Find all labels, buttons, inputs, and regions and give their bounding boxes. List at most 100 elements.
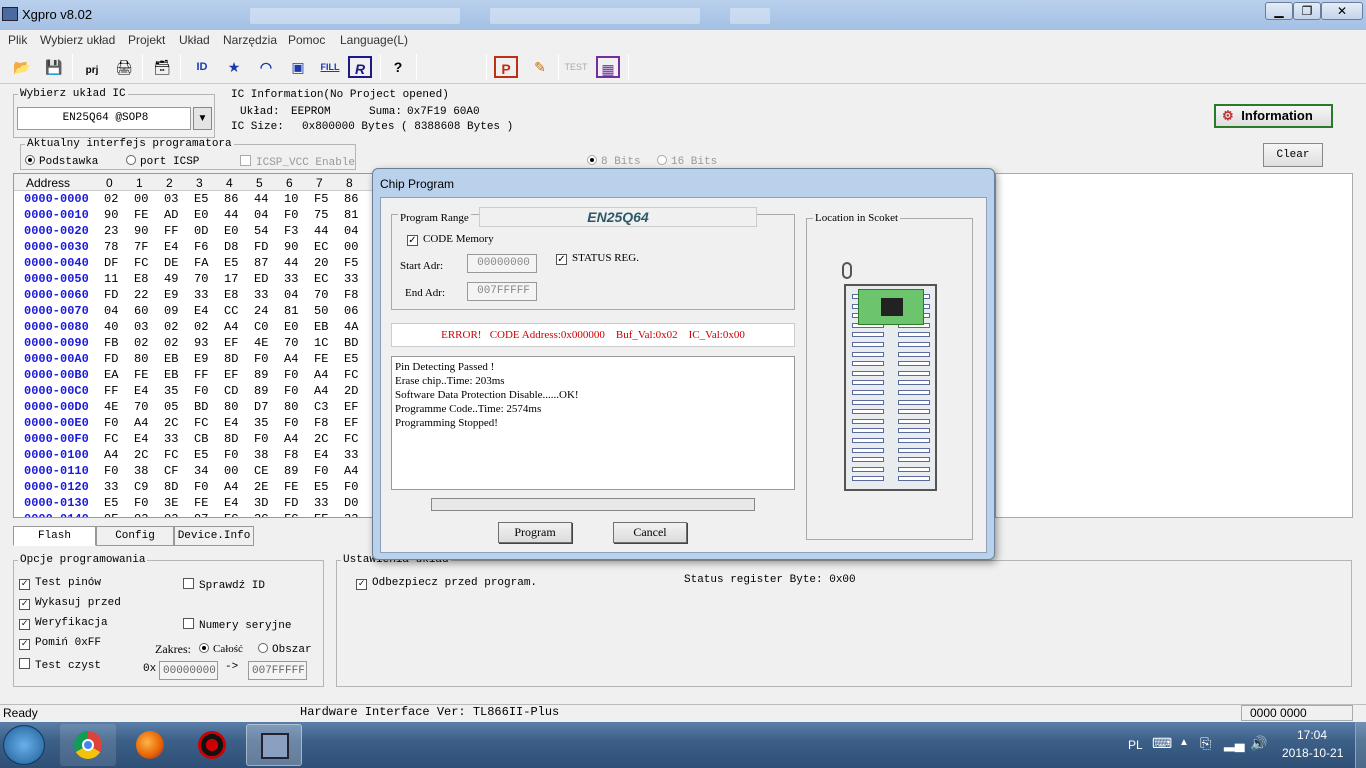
language-indicator[interactable]: PL [1128, 738, 1143, 752]
network-icon[interactable]: ▂▄ [1224, 735, 1245, 752]
hex-byte[interactable]: 35 [254, 416, 268, 430]
hex-byte[interactable]: FE [314, 352, 328, 366]
tab-device-info[interactable]: Device.Info [174, 526, 254, 546]
hex-byte[interactable]: BD [344, 336, 358, 350]
edit-icon[interactable]: ✎ [528, 56, 552, 78]
hex-byte[interactable]: 2C [314, 432, 328, 446]
socket-radio[interactable]: Podstawka [25, 154, 98, 168]
hex-byte[interactable]: F0 [134, 496, 148, 510]
menu-narzedzia[interactable]: Narzędzia [223, 33, 277, 47]
hex-byte[interactable]: 33 [164, 432, 178, 446]
ic-select-field[interactable]: EN25Q64 @SOP8 [17, 107, 191, 130]
hex-byte[interactable]: 34 [194, 464, 208, 478]
hex-byte[interactable]: CE [254, 464, 268, 478]
hex-byte[interactable]: 90 [134, 224, 148, 238]
hex-byte[interactable]: 04 [344, 224, 358, 238]
hex-editor[interactable]: Address 0 1 2 3 4 5 6 7 8 0000-0000 02 00 0… [13, 173, 373, 518]
range-to-input[interactable]: 007FFFFF [248, 661, 307, 680]
chip-icon[interactable]: ▦ [596, 56, 620, 78]
hex-byte[interactable]: 03 [164, 192, 178, 206]
hex-byte[interactable]: A4 [224, 320, 238, 334]
hex-byte[interactable]: A4 [314, 384, 328, 398]
hex-byte[interactable]: E5 [344, 352, 358, 366]
hex-byte[interactable]: 0D [194, 224, 208, 238]
end-adr-input[interactable]: 007FFFFF [467, 282, 537, 301]
hex-byte[interactable]: EC [314, 240, 328, 254]
hex-byte[interactable]: BD [194, 400, 208, 414]
hex-byte[interactable]: 06 [344, 304, 358, 318]
hex-byte[interactable]: E4 [224, 496, 238, 510]
hex-byte[interactable]: E4 [164, 240, 178, 254]
hex-byte[interactable]: 03 [134, 320, 148, 334]
hex-byte[interactable]: D8 [224, 240, 238, 254]
hex-byte[interactable]: EB [164, 352, 178, 366]
status-reg-checkbox[interactable]: ✓ STATUS REG. [556, 252, 639, 265]
hex-byte[interactable]: 86 [344, 192, 358, 206]
maximize-button[interactable]: ❐ [1293, 2, 1321, 20]
verify-icon[interactable]: ▣ [286, 56, 310, 78]
read-icon[interactable]: R [348, 56, 372, 78]
hex-byte[interactable]: F0 [194, 480, 208, 494]
save-icon[interactable]: 💾 [42, 56, 66, 78]
hex-byte[interactable]: F0 [224, 448, 238, 462]
hex-byte[interactable]: CC [224, 304, 238, 318]
hex-byte[interactable]: 3D [254, 496, 268, 510]
hex-byte[interactable]: 38 [134, 464, 148, 478]
hex-byte[interactable]: EF [344, 400, 358, 414]
hex-byte[interactable]: 35 [164, 384, 178, 398]
test-icon[interactable]: TEST [563, 56, 589, 78]
wykasuj-checkbox[interactable]: ✓ Wykasuj przed [19, 597, 121, 610]
hex-byte[interactable]: 81 [284, 304, 298, 318]
hex-byte[interactable]: 8D [164, 480, 178, 494]
hex-byte[interactable]: 1C [314, 336, 328, 350]
tray-chevron-icon[interactable]: ▲ [1179, 737, 1189, 748]
hex-byte[interactable]: DE [164, 256, 178, 270]
hex-byte[interactable]: 02 [194, 320, 208, 334]
hex-byte[interactable]: D0 [344, 496, 358, 510]
hex-byte[interactable]: E4 [314, 448, 328, 462]
hex-byte[interactable]: F5 [314, 192, 328, 206]
hex-byte[interactable]: F0 [344, 480, 358, 494]
log-box[interactable]: Pin Detecting Passed ! Erase chip..Time:… [391, 356, 795, 490]
hex-byte[interactable]: 02 [164, 512, 178, 517]
hex-byte[interactable]: E4 [134, 432, 148, 446]
hex-byte[interactable]: F6 [194, 240, 208, 254]
hex-byte[interactable]: FC [164, 448, 178, 462]
hex-byte[interactable]: E9 [164, 288, 178, 302]
hex-byte[interactable]: A4 [314, 368, 328, 382]
hex-byte[interactable]: FF [164, 224, 178, 238]
hex-byte[interactable]: 33 [254, 288, 268, 302]
hex-byte[interactable]: E9 [194, 352, 208, 366]
hex-byte[interactable]: EA [104, 368, 118, 382]
hex-byte[interactable]: 22 [134, 288, 148, 302]
icsp-radio[interactable]: port ICSP [126, 154, 199, 168]
hex-byte[interactable]: 90 [104, 208, 118, 222]
hex-byte[interactable]: EF [224, 336, 238, 350]
hex-byte[interactable]: 04 [104, 304, 118, 318]
hex-byte[interactable]: 00 [344, 240, 358, 254]
hex-byte[interactable]: F0 [254, 352, 268, 366]
hex-byte[interactable]: 70 [284, 336, 298, 350]
program-button[interactable]: Program [498, 522, 572, 543]
hex-byte[interactable]: C3 [314, 400, 328, 414]
test-pinow-checkbox[interactable]: ✓ Test pinów [19, 577, 101, 590]
clock-time[interactable]: 17:04 [1297, 728, 1327, 742]
hex-byte[interactable]: 2E [254, 480, 268, 494]
hex-byte[interactable]: ED [254, 272, 268, 286]
hex-byte[interactable]: E4 [194, 304, 208, 318]
hex-byte[interactable]: F3 [284, 224, 298, 238]
hex-byte[interactable]: FD [104, 352, 118, 366]
hex-byte[interactable]: 8D [224, 432, 238, 446]
hex-byte[interactable]: D7 [254, 400, 268, 414]
hex-byte[interactable]: FC [344, 368, 358, 382]
hex-byte[interactable]: 4A [344, 320, 358, 334]
8bits-radio[interactable]: 8 Bits [587, 154, 641, 168]
hex-byte[interactable]: 24 [254, 304, 268, 318]
hex-byte[interactable]: FC [194, 416, 208, 430]
usb-icon[interactable]: ⎘ [1200, 735, 1211, 752]
hex-byte[interactable]: 33 [284, 272, 298, 286]
hex-byte[interactable]: A4 [284, 432, 298, 446]
hex-byte[interactable]: FE [194, 496, 208, 510]
hex-byte[interactable]: 09 [164, 304, 178, 318]
hex-byte[interactable]: 02 [164, 320, 178, 334]
